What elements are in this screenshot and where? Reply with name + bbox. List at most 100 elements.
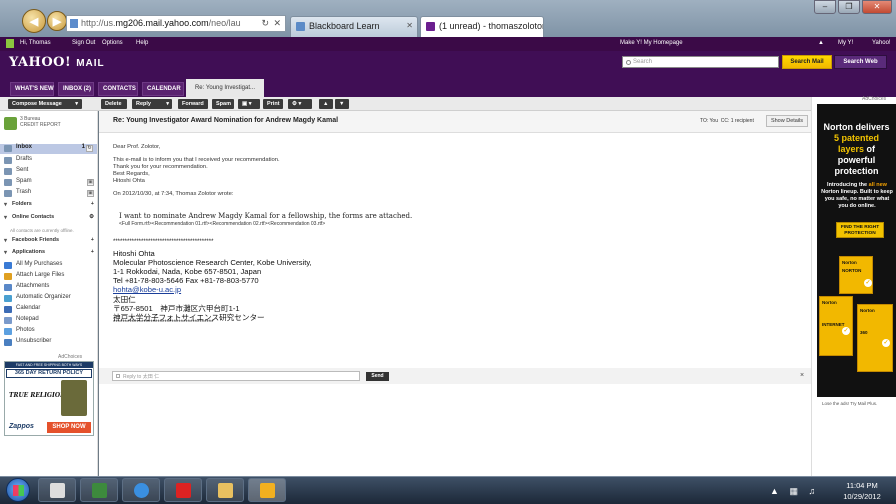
system-tray[interactable]: ▲ ▦ ♫ bbox=[770, 486, 819, 497]
sidebar-item-drafts[interactable]: Drafts bbox=[4, 156, 98, 166]
tab-contacts[interactable]: CONTACTS bbox=[98, 82, 138, 96]
notification-icon[interactable]: ▲ bbox=[818, 40, 824, 46]
delete-button[interactable]: Delete bbox=[101, 99, 127, 109]
previous-message-icon[interactable]: ▲ bbox=[319, 99, 333, 109]
restore-icon[interactable]: ❐ bbox=[838, 0, 860, 14]
mail-plus-link[interactable]: Lose the ads! Try Mail Plus. bbox=[822, 401, 877, 406]
back-icon[interactable]: ◀ bbox=[22, 9, 46, 33]
folders-header[interactable]: Folders + bbox=[4, 201, 96, 211]
close-tab-icon[interactable]: ✕ bbox=[406, 21, 413, 30]
blackboard-icon bbox=[296, 22, 305, 31]
zappos-ad[interactable]: FAST AND FREE SHIPPING BOTH WAYS 365 DAY… bbox=[4, 361, 94, 436]
app-notepad[interactable]: Notepad bbox=[4, 316, 98, 326]
settings-icon[interactable]: ⚙ bbox=[89, 214, 94, 220]
move-button[interactable]: ▣ ▾ bbox=[238, 99, 260, 109]
taskbar-app[interactable] bbox=[38, 478, 76, 502]
reply-placeholder: Reply to 太田 仁 bbox=[123, 374, 160, 380]
sidebar-item-trash[interactable]: Trash ▣ bbox=[4, 189, 98, 199]
quoted-text: I want to nominate Andrew Magdy Kamal fo… bbox=[119, 212, 413, 220]
app-all-my-purchases[interactable]: All My Purchases bbox=[4, 261, 98, 271]
show-details-button[interactable]: Show Details bbox=[766, 115, 808, 127]
norton-ad[interactable]: Norton delivers 5 patented layers of pow… bbox=[817, 104, 896, 397]
tab-inbox[interactable]: INBOX (2) bbox=[58, 82, 94, 96]
facebook-friends-header[interactable]: Facebook Friends + bbox=[4, 237, 96, 247]
close-window-icon[interactable]: ✕ bbox=[862, 0, 892, 14]
add-folder-icon[interactable]: + bbox=[91, 201, 94, 207]
sign-out-link[interactable]: Sign Out bbox=[72, 40, 95, 46]
app-attachments[interactable]: Attachments bbox=[4, 283, 98, 293]
close-icon[interactable]: ✕ bbox=[273, 18, 281, 29]
yahoo-mail-logo[interactable]: YAHOO! MAIL bbox=[9, 55, 105, 70]
credit-report-ad[interactable]: 3 Bureau CREDIT REPORT bbox=[4, 116, 94, 136]
tab-blackboard[interactable]: Blackboard Learn ✕ bbox=[290, 16, 418, 37]
print-button[interactable]: Print bbox=[263, 99, 283, 109]
quick-reply-input[interactable]: Reply to 太田 仁 bbox=[112, 371, 360, 381]
clock[interactable]: 11:04 PM 10/29/2012 bbox=[838, 480, 886, 502]
app-automatic-organizer[interactable]: Automatic Organizer bbox=[4, 294, 98, 304]
shop-now-button[interactable]: SHOP NOW bbox=[47, 422, 91, 433]
chevron-down-icon[interactable]: ▾ bbox=[166, 101, 169, 107]
tab-message[interactable]: Re: Young Investigat... bbox=[186, 79, 264, 97]
empty-spam-icon[interactable]: ▣ bbox=[87, 179, 94, 186]
email-link[interactable]: hohta@kobe-u.ac.jp bbox=[113, 285, 181, 294]
online-contacts-header[interactable]: Online Contacts ⚙ bbox=[4, 214, 96, 224]
minimize-icon[interactable]: – bbox=[814, 0, 836, 14]
add-icon[interactable]: + bbox=[91, 237, 94, 243]
search-mail-button[interactable]: Search Mail bbox=[782, 55, 832, 69]
empty-trash-icon[interactable]: ▣ bbox=[87, 190, 94, 197]
start-button-icon[interactable] bbox=[6, 478, 30, 502]
make-homepage-link[interactable]: Make Y! My Homepage bbox=[620, 40, 683, 46]
sidebar-item-sent[interactable]: Sent bbox=[4, 167, 98, 177]
options-menu[interactable]: Options bbox=[102, 40, 123, 46]
refresh-icon[interactable]: ↻ bbox=[86, 145, 93, 152]
add-icon[interactable]: + bbox=[91, 249, 94, 255]
find-protection-button[interactable]: FIND THE RIGHT PROTECTION bbox=[836, 222, 884, 238]
sidebar-item-inbox[interactable]: Inbox 1 ↻ bbox=[0, 144, 97, 154]
chevron-down-icon[interactable]: ▾ bbox=[75, 101, 78, 107]
forward-icon[interactable]: ▶ bbox=[47, 11, 67, 31]
tray-icon[interactable]: ▲ bbox=[770, 486, 783, 496]
online-note: All contacts are currently offline. bbox=[10, 228, 74, 233]
close-reply-icon[interactable]: × bbox=[800, 372, 804, 379]
ad-headline: Norton delivers 5 patented layers of pow… bbox=[817, 122, 896, 177]
reply-button[interactable]: Reply ▾ bbox=[132, 99, 172, 109]
tab-yahoo-mail[interactable]: (1 unread) - thomaszolotor bbox=[420, 16, 544, 37]
folder-label: Sent bbox=[16, 167, 29, 173]
folder-label: Trash bbox=[16, 189, 32, 195]
tab-whats-new[interactable]: WHAT'S NEW bbox=[10, 82, 54, 96]
compose-button[interactable]: Compose Message ▾ bbox=[8, 99, 82, 109]
app-photos[interactable]: Photos bbox=[4, 327, 98, 337]
taskbar-app[interactable] bbox=[122, 478, 160, 502]
adchoices-link[interactable]: AdChoices bbox=[58, 354, 82, 360]
ad-shipping: FAST AND FREE SHIPPING BOTH WAYS bbox=[5, 362, 93, 368]
address-bar[interactable]: http://us.mg206.mail.yahoo.com/neo/lau ↻… bbox=[66, 15, 286, 32]
tab-calendar[interactable]: CALENDAR bbox=[142, 82, 184, 96]
refresh-icon[interactable]: ↻ bbox=[261, 18, 269, 29]
body-line: Best Regards, bbox=[113, 171, 150, 177]
sidebar-item-spam[interactable]: Spam ▣ bbox=[4, 178, 98, 188]
app-unsubscriber[interactable]: Unsubscriber bbox=[4, 338, 98, 348]
taskbar-app[interactable] bbox=[80, 478, 118, 502]
help-link[interactable]: Help bbox=[136, 40, 148, 46]
spam-button[interactable]: Spam bbox=[212, 99, 234, 109]
my-y-link[interactable]: My Y! bbox=[838, 40, 853, 46]
applications-header[interactable]: Applications + bbox=[4, 249, 96, 259]
app-calendar[interactable]: Calendar bbox=[4, 305, 98, 315]
adchoices-link[interactable]: AdChoices bbox=[862, 96, 886, 102]
search-web-button[interactable]: Search Web bbox=[834, 55, 887, 69]
search-input[interactable]: Search bbox=[622, 56, 779, 68]
app-attach-large-files[interactable]: Attach Large Files bbox=[4, 272, 98, 282]
actions-button[interactable]: ⚙ ▾ bbox=[288, 99, 312, 109]
taskbar-app[interactable] bbox=[206, 478, 244, 502]
network-icon[interactable]: ▦ bbox=[789, 486, 802, 496]
trash-icon bbox=[4, 190, 12, 197]
taskbar-app[interactable] bbox=[164, 478, 202, 502]
greeting[interactable]: Hi, Thomas bbox=[20, 40, 51, 46]
ad-line: protection bbox=[834, 166, 879, 176]
forward-button[interactable]: Forward bbox=[178, 99, 208, 109]
yahoo-link[interactable]: Yahoo! bbox=[872, 40, 891, 46]
send-button[interactable]: Send bbox=[366, 372, 389, 381]
taskbar-app-active[interactable] bbox=[248, 478, 286, 502]
next-message-icon[interactable]: ▼ bbox=[335, 99, 349, 109]
volume-icon[interactable]: ♫ bbox=[808, 486, 819, 496]
